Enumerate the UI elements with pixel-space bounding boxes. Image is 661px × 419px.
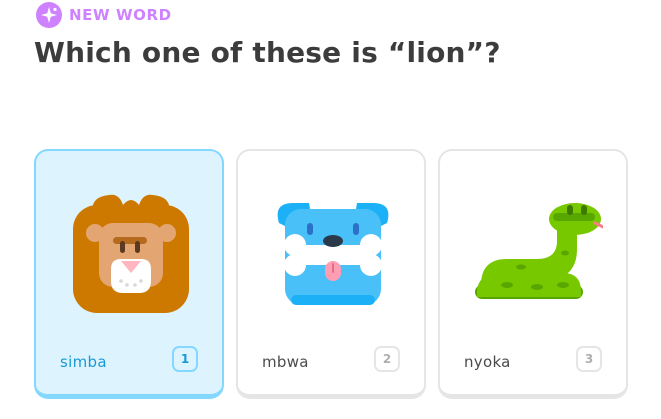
lion-icon <box>73 194 189 313</box>
choice-card-dog[interactable]: mbwa 2 <box>236 149 426 399</box>
new-word-badge: NEW WORD <box>36 2 172 28</box>
choice-label-mbwa: mbwa <box>262 353 309 371</box>
choice-key-1: 1 <box>172 346 198 372</box>
choice-card-lion[interactable]: simba 1 <box>34 149 224 399</box>
choice-key-3: 3 <box>576 346 602 372</box>
new-word-label: NEW WORD <box>69 6 172 24</box>
question-prompt: Which one of these is “lion”? <box>34 36 501 69</box>
choice-label-simba: simba <box>60 353 107 371</box>
choice-key-2: 2 <box>374 346 400 372</box>
dog-icon <box>277 203 389 305</box>
new-word-icon <box>36 2 62 28</box>
choice-label-nyoka: nyoka <box>464 353 511 371</box>
snake-icon <box>475 203 603 299</box>
choice-card-snake[interactable]: nyoka 3 <box>438 149 628 399</box>
